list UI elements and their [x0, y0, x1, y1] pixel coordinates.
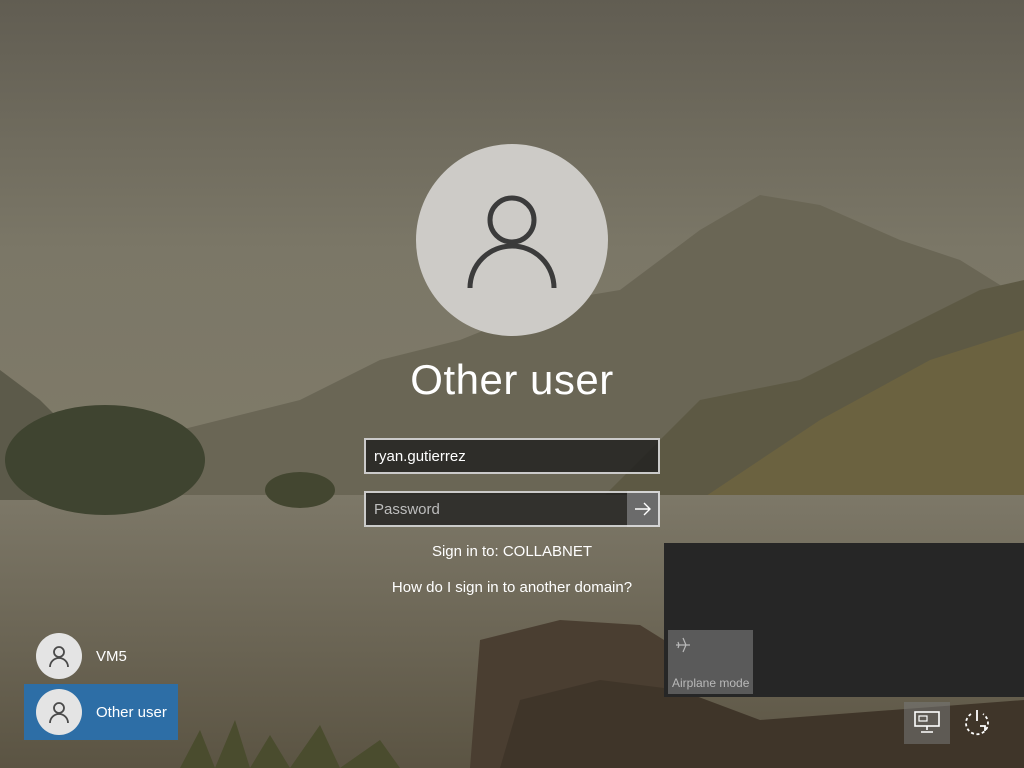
power-icon: [965, 710, 989, 736]
user-list-item-label: VM5: [96, 647, 127, 665]
user-list-item-vm5[interactable]: VM5: [24, 628, 178, 684]
submit-button[interactable]: [627, 491, 660, 527]
user-avatar: [416, 144, 608, 336]
power-button[interactable]: [954, 702, 1000, 744]
airplane-mode-toggle[interactable]: Airplane mode: [668, 630, 753, 694]
password-field[interactable]: Password: [364, 491, 628, 527]
network-icon: [914, 711, 940, 733]
avatar: [36, 633, 82, 679]
user-list-item-other-user[interactable]: Other user: [24, 684, 178, 740]
user-silhouette-icon: [49, 646, 69, 668]
user-silhouette-icon: [467, 195, 557, 289]
user-silhouette-icon: [49, 702, 69, 724]
username-field[interactable]: ryan.gutierrez: [364, 438, 660, 474]
page-title: Other user: [410, 356, 614, 403]
airplane-mode-label: Airplane mode: [672, 676, 750, 690]
user-list-item-label: Other user: [96, 703, 167, 721]
arrow-right-icon: [634, 502, 651, 516]
airplane-icon: [676, 637, 690, 653]
lock-screen: Other user ryan.gutierrez Password Sign …: [0, 0, 1024, 768]
avatar: [36, 689, 82, 735]
network-button[interactable]: [904, 702, 950, 744]
password-placeholder: Password: [374, 500, 440, 518]
